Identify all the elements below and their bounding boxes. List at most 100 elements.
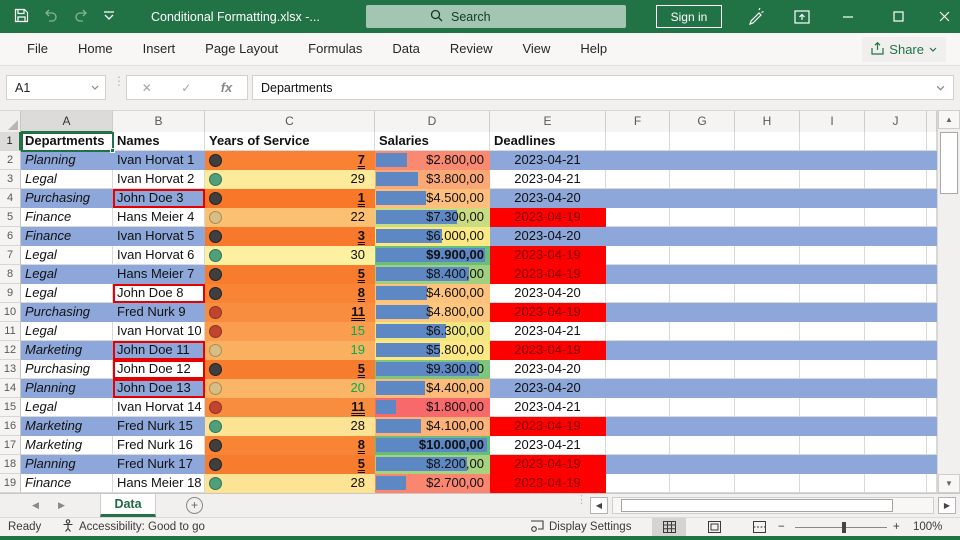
empty-cell[interactable] (606, 151, 670, 170)
cell-salary[interactable]: $8.400,00 (375, 265, 490, 284)
ribbon-tab-file[interactable]: File (12, 33, 63, 65)
formula-bar-splitter[interactable]: ⋮ (113, 79, 125, 84)
horizontal-scrollbar[interactable] (612, 497, 934, 514)
empty-cell[interactable] (865, 322, 927, 341)
empty-cell[interactable] (865, 417, 927, 436)
empty-cell[interactable] (800, 455, 865, 474)
cell-name[interactable]: Ivan Horvat 14 (113, 398, 205, 417)
cell-department[interactable]: Legal (21, 398, 113, 417)
empty-cell[interactable] (865, 341, 927, 360)
cell-years-of-service[interactable]: 5 (205, 360, 375, 379)
empty-cell[interactable] (670, 417, 735, 436)
cell-years-of-service[interactable]: 11 (205, 398, 375, 417)
empty-cell[interactable] (800, 265, 865, 284)
insert-function-icon[interactable]: fx (221, 80, 233, 95)
header-cell-names[interactable]: Names (113, 132, 205, 151)
empty-cell[interactable] (670, 227, 735, 246)
column-header-g[interactable]: G (670, 111, 735, 133)
row-number[interactable]: 8 (0, 265, 21, 284)
cell-department[interactable]: Purchasing (21, 189, 113, 208)
empty-cell[interactable] (735, 455, 800, 474)
cell-name[interactable]: John Doe 12 (113, 360, 205, 379)
cell-salary[interactable]: $3.800,00 (375, 170, 490, 189)
cell-deadline[interactable]: 2023-04-19 (490, 303, 606, 322)
cell-name[interactable]: Ivan Horvat 10 (113, 322, 205, 341)
empty-cell[interactable] (670, 303, 735, 322)
row-number[interactable]: 19 (0, 474, 21, 493)
header-cell-deadlines[interactable]: Deadlines (490, 132, 606, 151)
column-header-d[interactable]: D (375, 111, 490, 133)
empty-cell[interactable] (800, 379, 865, 398)
empty-cell[interactable] (670, 208, 735, 227)
empty-cell[interactable] (606, 227, 670, 246)
cell-deadline[interactable]: 2023-04-20 (490, 379, 606, 398)
tab-scroll-splitter[interactable]: ⋮ (576, 498, 587, 503)
fill-handle[interactable] (110, 148, 115, 153)
empty-cell[interactable] (800, 474, 865, 493)
empty-cell[interactable] (865, 208, 927, 227)
column-header-i[interactable]: I (800, 111, 865, 133)
empty-cell[interactable] (670, 151, 735, 170)
cell-name[interactable]: Fred Nurk 17 (113, 455, 205, 474)
empty-cell[interactable] (800, 170, 865, 189)
empty-cell[interactable] (735, 360, 800, 379)
column-header-partial[interactable] (927, 111, 937, 133)
cell-deadline[interactable]: 2023-04-20 (490, 360, 606, 379)
empty-cell[interactable] (927, 303, 937, 322)
empty-cell[interactable] (670, 265, 735, 284)
empty-cell[interactable] (927, 151, 937, 170)
cell-years-of-service[interactable]: 8 (205, 436, 375, 455)
ribbon-tab-help[interactable]: Help (565, 33, 622, 65)
empty-cell[interactable] (800, 151, 865, 170)
row-number[interactable]: 9 (0, 284, 21, 303)
row-number[interactable]: 5 (0, 208, 21, 227)
empty-cell[interactable] (800, 322, 865, 341)
empty-cell[interactable] (927, 341, 937, 360)
row-number[interactable]: 6 (0, 227, 21, 246)
cell-deadline[interactable]: 2023-04-21 (490, 398, 606, 417)
cell-salary[interactable]: $4.800,00 (375, 303, 490, 322)
cell-department[interactable]: Marketing (21, 436, 113, 455)
cell-salary[interactable]: $5.800,00 (375, 341, 490, 360)
cell-years-of-service[interactable]: 29 (205, 170, 375, 189)
empty-cell[interactable] (735, 341, 800, 360)
empty-cell[interactable] (670, 398, 735, 417)
vertical-scroll-thumb[interactable] (940, 132, 958, 194)
zoom-level[interactable]: 100% (913, 518, 942, 536)
header-cell-salaries[interactable]: Salaries (375, 132, 490, 151)
scroll-left-icon[interactable]: ◀ (590, 497, 608, 514)
empty-cell[interactable] (735, 170, 800, 189)
formula-input[interactable]: Departments (252, 75, 954, 100)
empty-cell[interactable] (927, 360, 937, 379)
cell-department[interactable]: Legal (21, 322, 113, 341)
cell-years-of-service[interactable]: 15 (205, 322, 375, 341)
empty-cell[interactable] (865, 170, 927, 189)
row-number[interactable]: 2 (0, 151, 21, 170)
enter-icon[interactable]: ✓ (181, 81, 191, 95)
empty-cell[interactable] (606, 436, 670, 455)
cell-salary[interactable]: $1.800,00 (375, 398, 490, 417)
cell-name[interactable]: Ivan Horvat 6 (113, 246, 205, 265)
ribbon-tab-page-layout[interactable]: Page Layout (190, 33, 293, 65)
cell-name[interactable]: John Doe 13 (113, 379, 205, 398)
cell-deadline[interactable]: 2023-04-19 (490, 341, 606, 360)
empty-cell[interactable] (670, 341, 735, 360)
empty-cell[interactable] (606, 265, 670, 284)
cancel-icon[interactable]: ✕ (142, 81, 152, 95)
cell-deadline[interactable]: 2023-04-20 (490, 189, 606, 208)
empty-cell[interactable] (606, 170, 670, 189)
empty-cell[interactable] (606, 189, 670, 208)
empty-cell[interactable] (606, 208, 670, 227)
empty-cell[interactable] (800, 341, 865, 360)
empty-cell[interactable] (735, 474, 800, 493)
row-number[interactable]: 14 (0, 379, 21, 398)
cell-deadline[interactable]: 2023-04-21 (490, 170, 606, 189)
column-header-e[interactable]: E (490, 111, 606, 133)
cell-deadline[interactable]: 2023-04-19 (490, 265, 606, 284)
empty-cell[interactable] (800, 208, 865, 227)
empty-cell[interactable] (865, 474, 927, 493)
empty-cell[interactable] (927, 132, 937, 151)
cell-department[interactable]: Legal (21, 284, 113, 303)
empty-cell[interactable] (927, 417, 937, 436)
cell-years-of-service[interactable]: 28 (205, 474, 375, 493)
